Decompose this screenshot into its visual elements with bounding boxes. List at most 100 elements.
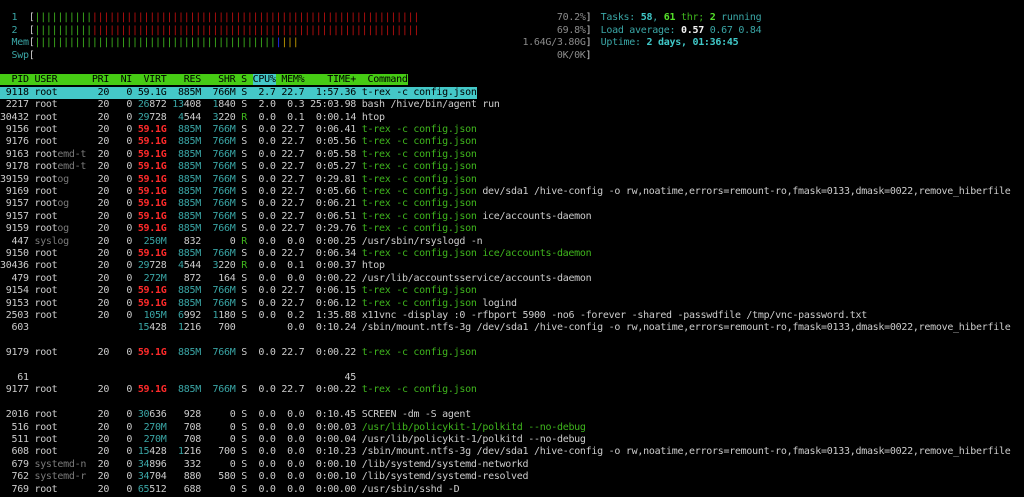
shr: 766M — [212, 347, 236, 359]
col-command[interactable]: Command — [367, 74, 408, 86]
process-row[interactable]: 9178 rootemd-t 20 0 59.1G 885M 766M S 0.… — [0, 161, 477, 173]
pad — [138, 372, 167, 383]
shr: 766M — [212, 161, 236, 173]
mem-percent: 0.0 — [281, 471, 311, 483]
command-extra: logind — [476, 297, 517, 309]
process-row[interactable]: 9157 root 20 0 59.1G 885M 766M S 0.0 22.… — [0, 210, 592, 223]
process-row[interactable]: 30432 root 20 0 29728 4544 3220 R 0.0 0.… — [0, 112, 385, 124]
cpu-percent: 0.0 — [252, 248, 282, 259]
user: root — [34, 198, 58, 210]
time: 1:35.88 — [310, 310, 362, 321]
meter-bar-cache: ||| — [281, 37, 299, 49]
meter-value: 0K/0K — [556, 49, 586, 61]
meter-label: 1 — [0, 12, 29, 24]
res: 885M — [178, 347, 201, 359]
process-row[interactable]: 9163 rootemd-t 20 0 59.1G 885M 766M S 0.… — [0, 149, 477, 161]
time: 0:00.00 — [310, 483, 362, 495]
mem-percent: 0.0 — [281, 272, 311, 284]
time: 1:57.36 — [310, 86, 362, 98]
cpu-percent: 0.0 — [252, 161, 282, 173]
state: S — [241, 310, 253, 321]
process-row[interactable]: 516 root 20 0 270M 708 0 S 0.0 0.0 0:00.… — [0, 421, 585, 434]
process-row[interactable]: 9150 root 20 0 59.1G 885M 766M S 0.0 22.… — [0, 248, 592, 260]
process-row[interactable]: 511 root 20 0 270M 708 0 S 0.0 0.0 0:00.… — [0, 434, 585, 446]
col-res[interactable]: RES — [172, 74, 207, 86]
time: 0:10.24 — [310, 322, 362, 334]
time: 0:05.66 — [310, 186, 362, 197]
col-pid[interactable]: PID — [0, 74, 35, 86]
process-row[interactable]: 30436 root 20 0 29728 4544 3220 R 0.0 0.… — [0, 260, 385, 272]
col-time[interactable]: TIME+ — [310, 74, 368, 86]
process-row[interactable]: 9157 rootog 20 0 59.1G 885M 766M S 0.0 2… — [0, 198, 477, 210]
meter-bar-system: ||||||||||||||||||||||||||||||||||||||||… — [91, 12, 420, 24]
process-row[interactable]: 9179 root 20 0 59.1G 885M 766M S 0.0 22.… — [0, 347, 477, 359]
column-header[interactable]: PID USER PRI NI VIRT RES SHR S CPU% MEM%… — [0, 74, 408, 86]
htop-terminal[interactable]: 1 [|||||||||||||||||||||||||||||||||||||… — [0, 0, 1024, 497]
meter-bracket: ] — [585, 24, 592, 36]
pid: 2217 — [0, 99, 35, 111]
process-row[interactable]: 39159 rootog 20 0 59.1G 885M 766M S 0.0 … — [0, 174, 477, 186]
col-mem[interactable]: MEM% — [275, 74, 311, 86]
time: 45 — [310, 372, 362, 383]
virt: 65 — [137, 483, 150, 495]
col-virt[interactable]: VIRT — [137, 74, 173, 86]
load-average: Load average: 0.57 0.67 0.84 — [601, 25, 762, 37]
priority: 20 — [91, 124, 115, 135]
cpu-percent: 0.0 — [252, 347, 282, 359]
col-state[interactable]: S — [241, 74, 253, 86]
process-row[interactable]: 2217 root 20 0 26872 13408 1840 S 2.0 0.… — [0, 99, 500, 111]
res: 885M — [178, 161, 201, 173]
user: root — [34, 297, 58, 309]
process-row[interactable]: 762 systemd-r 20 0 34704 880 580 S 0.0 0… — [0, 471, 528, 483]
process-row[interactable]: 9159 rootog 20 0 59.1G 885M 766M S 0.0 2… — [0, 223, 477, 235]
shr: 840 — [218, 99, 236, 111]
process-row[interactable]: 479 root 20 0 272M 872 164 S 0.0 0.0 0:0… — [0, 273, 591, 285]
col-pri[interactable]: PRI — [91, 74, 115, 86]
process-row[interactable]: 603 15428 1216 700 0.0 0:10.24 /sbin/mou… — [0, 322, 1010, 334]
virt: 270M — [143, 421, 167, 433]
pad — [172, 422, 183, 433]
col-cpu[interactable]: CPU% — [252, 74, 276, 86]
process-row[interactable]: 9176 root 20 0 59.1G 885M 766M S 0.0 22.… — [0, 136, 477, 148]
process-row[interactable]: 9153 root 20 0 59.1G 885M 766M S 0.0 22.… — [0, 298, 517, 310]
process-row[interactable]: 9177 root 20 0 59.1G 885M 766M S 0.0 22.… — [0, 384, 477, 396]
process-row[interactable]: 9154 root 20 0 59.1G 885M 766M S 0.0 22.… — [0, 285, 477, 297]
res: 885M — [178, 86, 201, 98]
pid: 30432 — [0, 111, 35, 123]
shr: 766M — [212, 248, 236, 259]
process-row[interactable]: 679 systemd-n 20 0 34896 332 0 S 0.0 0.0… — [0, 459, 528, 471]
process-row[interactable]: 769 root 20 0 65512 688 0 S 0.0 0.0 0:00… — [0, 484, 459, 496]
process-row[interactable]: 2016 root 20 0 30636 928 0 S 0.0 0.0 0:1… — [0, 409, 471, 421]
time: 0:00.03 — [310, 421, 362, 433]
priority: 20 — [91, 471, 115, 483]
nice: 0 — [114, 434, 138, 445]
priority: 20 — [91, 347, 115, 359]
virt: 59.1G — [137, 198, 167, 210]
process-row[interactable]: 447 syslog 20 0 250M 832 0 R 0.0 0.0 0:0… — [0, 236, 482, 248]
process-row[interactable]: 9118 root 20 0 59.1G 885M 766M S 2.7 22.… — [0, 86, 477, 100]
state: S — [241, 223, 253, 235]
command: t-rex -c config.json — [361, 210, 477, 222]
time: 0:00.22 — [310, 347, 362, 359]
process-row[interactable]: 608 root 20 0 15428 1216 700 S 0.0 0.0 0… — [0, 446, 1010, 458]
process-row[interactable]: 9156 root 20 0 59.1G 885M 766M S 0.0 22.… — [0, 124, 477, 136]
col-ni[interactable]: NI — [114, 74, 138, 86]
nice: 0 — [114, 148, 138, 160]
pid: 762 — [0, 471, 35, 483]
pid: 479 — [0, 272, 35, 284]
process-row[interactable]: 9169 root 20 0 59.1G 885M 766M S 0.0 22.… — [0, 186, 1011, 198]
col-shr[interactable]: SHR — [206, 74, 242, 86]
process-row[interactable]: 2503 root 20 0 105M 6992 1180 S 0.0 0.2 … — [0, 310, 868, 322]
mem-percent: 22.7 — [281, 186, 311, 197]
process-row[interactable]: 61 45 — [0, 372, 362, 384]
state: S — [241, 471, 253, 483]
col-user[interactable]: USER — [34, 74, 92, 86]
virt: 270M — [143, 434, 167, 445]
state: S — [241, 99, 253, 111]
cpu-percent: 0.0 — [252, 434, 282, 445]
nice: 0 — [114, 297, 138, 309]
nice: 0 — [114, 111, 138, 123]
user: root — [34, 421, 58, 433]
